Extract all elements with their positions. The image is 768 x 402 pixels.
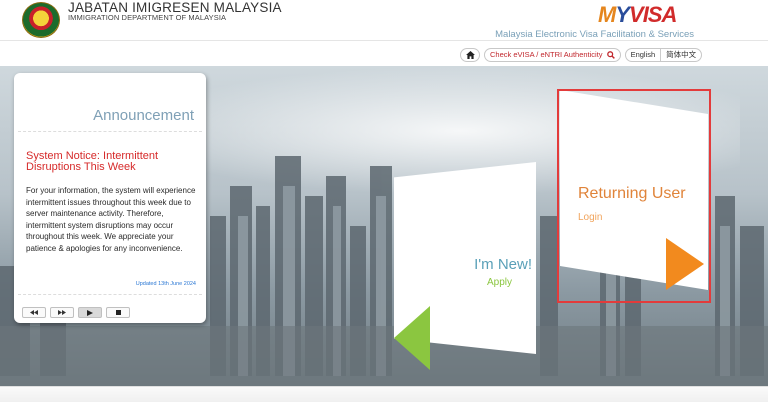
announcement-controls (22, 307, 130, 318)
announcement-panel: Announcement System Notice: Intermittent… (14, 73, 206, 323)
header: JABATAN IMIGRESEN MALAYSIA IMMIGRATION D… (0, 0, 768, 40)
stop-icon (115, 310, 121, 315)
next-icon (58, 310, 66, 315)
play-button[interactable] (78, 307, 102, 318)
department-subtitle: IMMIGRATION DEPARTMENT OF MALAYSIA (68, 13, 227, 22)
login-link[interactable]: Login (578, 212, 602, 223)
announcement-updated-date: Updated 13th June 2024 (135, 281, 196, 287)
logo-y: Y (615, 2, 630, 27)
stop-button[interactable] (106, 307, 130, 318)
announcement-title: Announcement (93, 107, 194, 124)
check-authenticity-label: Check eVISA / eNTRI Authenticity (490, 50, 603, 59)
search-icon (606, 51, 615, 59)
new-user-title[interactable]: I'm New! (450, 256, 532, 273)
lang-english[interactable]: English (626, 49, 661, 61)
announcement-divider-bottom (18, 294, 202, 296)
lang-chinese[interactable]: 简体中文 (660, 49, 701, 61)
announcement-divider (18, 131, 202, 133)
apply-link[interactable]: Apply (450, 277, 512, 288)
crest-logo (22, 2, 60, 38)
announcement-body: For your information, the system will ex… (26, 186, 196, 253)
footer-bar (0, 386, 768, 402)
announcement-headline[interactable]: System Notice: Intermittent Disruptions … (26, 151, 198, 173)
play-icon (87, 309, 93, 316)
logo-visa: VISA (629, 2, 677, 27)
next-button[interactable] (50, 307, 74, 318)
header-divider (0, 40, 768, 41)
tagline: Malaysia Electronic Visa Facilitation & … (495, 29, 694, 40)
logo-m: M (598, 2, 616, 27)
previous-icon (30, 310, 38, 315)
top-navigation: Check eVISA / eNTRI Authenticity English… (460, 48, 703, 62)
home-icon (465, 51, 475, 59)
returning-user-title[interactable]: Returning User (578, 185, 686, 203)
language-switcher: English 简体中文 (624, 48, 703, 62)
home-button[interactable] (460, 48, 480, 62)
check-authenticity-button[interactable]: Check eVISA / eNTRI Authenticity (484, 48, 621, 62)
myvisa-logo[interactable]: MYVISA (598, 2, 677, 28)
previous-button[interactable] (22, 307, 46, 318)
